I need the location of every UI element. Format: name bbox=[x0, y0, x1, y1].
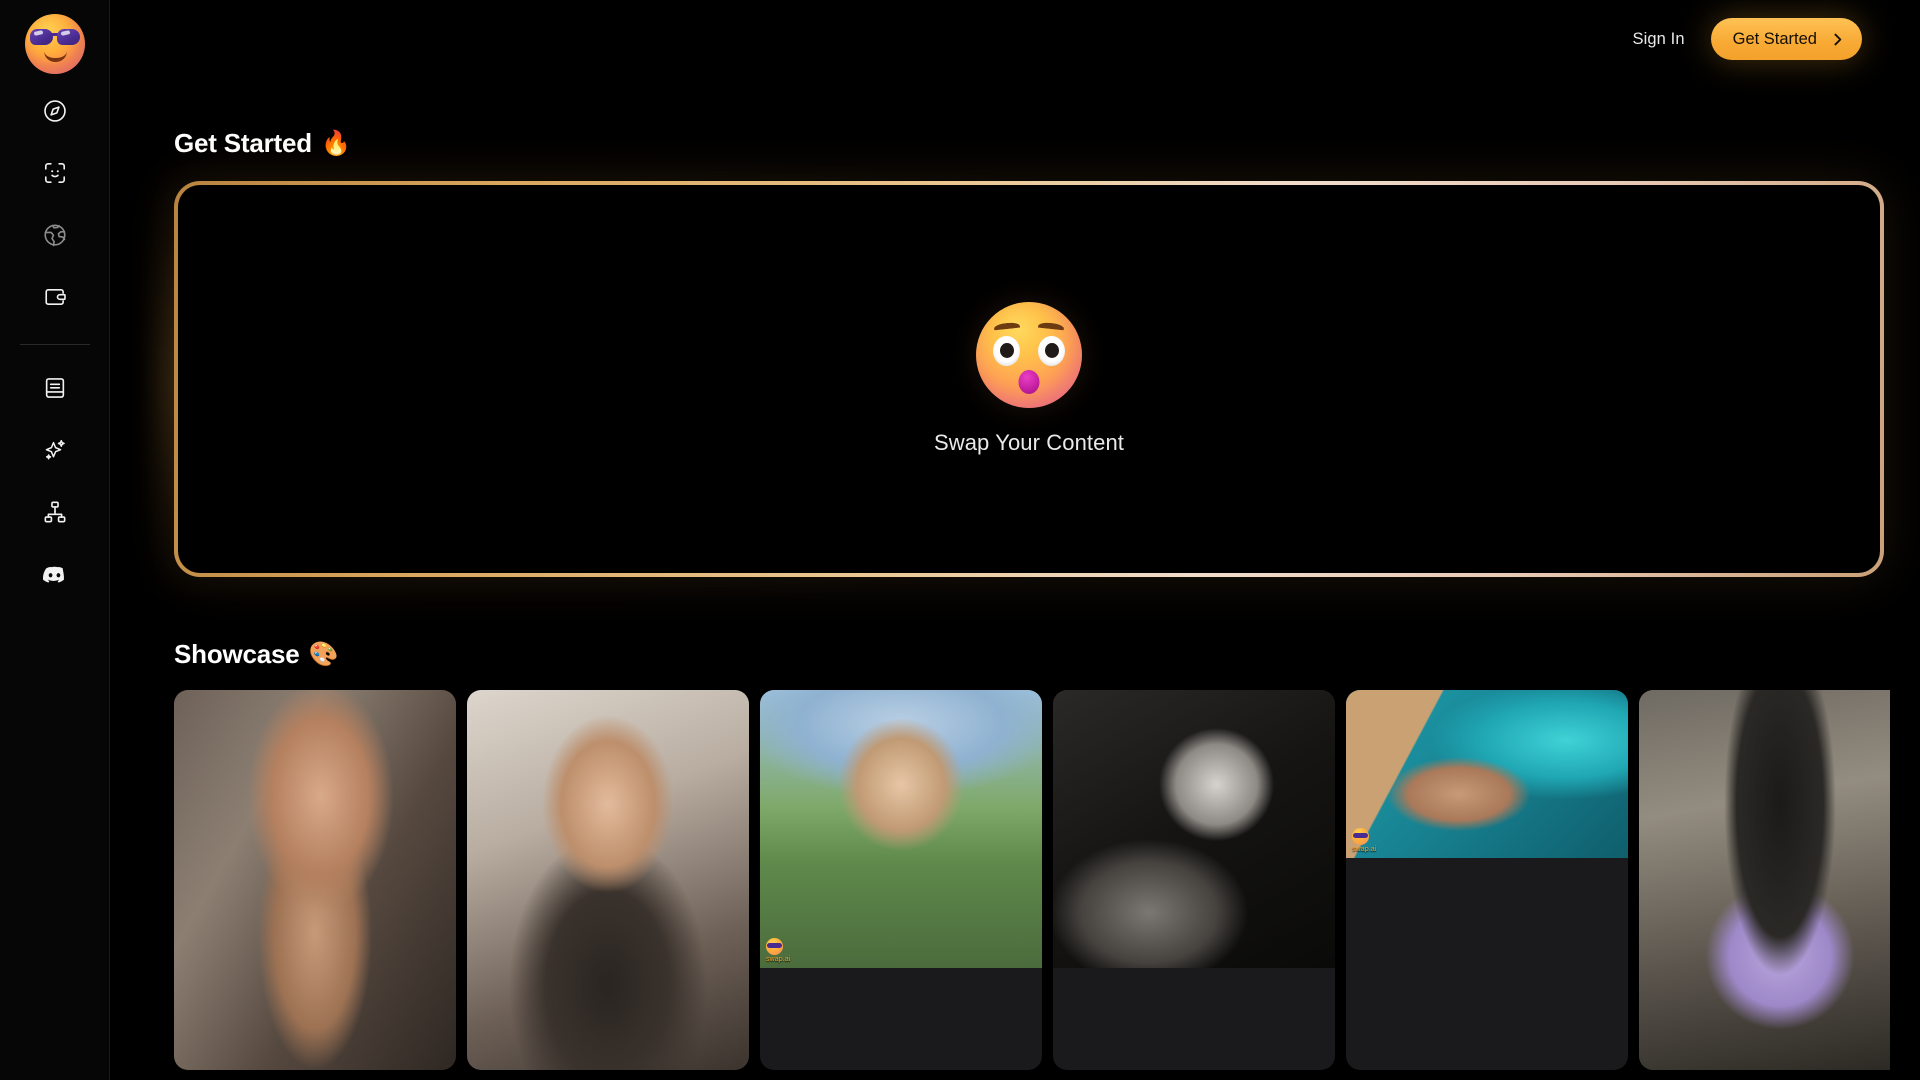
dropzone-inner: Swap Your Content bbox=[934, 302, 1124, 456]
showcase-thumbnail-image bbox=[467, 690, 749, 1070]
emoji-brow-left bbox=[993, 321, 1021, 334]
get-started-button[interactable]: Get Started bbox=[1710, 18, 1862, 60]
showcase-thumbnail-image bbox=[1639, 690, 1890, 1070]
wallet-icon bbox=[42, 284, 68, 310]
dropzone-wrapper: Swap Your Content bbox=[158, 147, 1900, 611]
dropzone-label: Swap Your Content bbox=[933, 430, 1125, 455]
sign-in-link[interactable]: Sign In bbox=[1633, 30, 1685, 49]
book-icon bbox=[42, 375, 68, 401]
sidebar-item-wallet[interactable] bbox=[32, 274, 78, 320]
emoji-eye-left bbox=[992, 336, 1020, 366]
showcase-thumbnail-image bbox=[1053, 690, 1335, 968]
showcase-card-1[interactable] bbox=[174, 690, 456, 1070]
app-root: Sign In Get Started Get Started 🔥 Swap Y… bbox=[0, 0, 1920, 1080]
sidebar-secondary-group bbox=[0, 357, 109, 605]
showcase-card-media bbox=[174, 690, 456, 1070]
sitemap-icon bbox=[42, 499, 68, 525]
get-started-button-label: Get Started bbox=[1732, 29, 1817, 48]
logo-sunglasses bbox=[29, 29, 81, 45]
sidebar-divider bbox=[19, 344, 90, 345]
globe-icon bbox=[42, 222, 68, 248]
showcase-thumbnail-image bbox=[760, 690, 1042, 968]
emoji-mouth bbox=[1018, 370, 1040, 394]
sidebar bbox=[0, 0, 110, 1080]
sidebar-item-globe[interactable] bbox=[32, 212, 78, 258]
palette-emoji: 🎨 bbox=[308, 640, 339, 668]
sparkles-icon bbox=[42, 437, 68, 463]
showcase-card-media bbox=[1053, 690, 1335, 968]
get-started-heading: Get Started 🔥 bbox=[174, 128, 1890, 159]
logo-lens-left bbox=[29, 29, 53, 45]
swap-content-dropzone[interactable]: Swap Your Content bbox=[174, 181, 1884, 577]
showcase-thumbnail-image bbox=[174, 690, 456, 1070]
fire-emoji: 🔥 bbox=[320, 129, 351, 157]
sidebar-item-ai-tools[interactable] bbox=[32, 427, 78, 473]
topbar: Sign In Get Started bbox=[168, 0, 1890, 78]
compass-icon bbox=[42, 98, 68, 124]
emoji-eye-right bbox=[1037, 336, 1065, 366]
sidebar-primary-group bbox=[0, 80, 109, 328]
main-content: Sign In Get Started Get Started 🔥 Swap Y… bbox=[110, 0, 1920, 1080]
emoji-pupil-left bbox=[999, 343, 1014, 358]
face-scan-icon bbox=[42, 160, 68, 186]
sidebar-item-face-swap[interactable] bbox=[32, 150, 78, 196]
showcase-card-media bbox=[467, 690, 749, 1070]
discord-icon bbox=[41, 561, 68, 588]
sidebar-item-docs[interactable] bbox=[32, 365, 78, 411]
showcase-heading: Showcase 🎨 bbox=[174, 639, 1890, 670]
astonished-face-emoji bbox=[975, 302, 1082, 408]
showcase-card-3[interactable]: swap.ai bbox=[760, 690, 1042, 1070]
showcase-card-media: swap.ai bbox=[760, 690, 1042, 968]
logo-lens-right bbox=[56, 29, 80, 45]
showcase-card-media bbox=[1639, 690, 1890, 1070]
showcase-heading-text: Showcase bbox=[174, 639, 300, 669]
showcase-card-6[interactable] bbox=[1639, 690, 1890, 1070]
emoji-brow-right bbox=[1037, 321, 1065, 334]
showcase-card-4[interactable] bbox=[1053, 690, 1335, 1070]
brand-logo-icon[interactable] bbox=[24, 14, 85, 74]
logo-smile bbox=[43, 51, 67, 62]
showcase-row[interactable]: swap.ai swap.ai bbox=[174, 690, 1890, 1070]
showcase-card-2[interactable] bbox=[467, 690, 749, 1070]
chevron-right-icon bbox=[1829, 31, 1846, 48]
emoji-pupil-right bbox=[1044, 343, 1059, 358]
sidebar-item-discord[interactable] bbox=[32, 551, 78, 597]
showcase-card-media: swap.ai bbox=[1346, 690, 1628, 858]
sidebar-item-workflows[interactable] bbox=[32, 489, 78, 535]
sidebar-item-explore[interactable] bbox=[32, 88, 78, 134]
showcase-thumbnail-image bbox=[1346, 690, 1628, 858]
showcase-card-5[interactable]: swap.ai bbox=[1346, 690, 1628, 1070]
get-started-heading-text: Get Started bbox=[174, 128, 312, 158]
